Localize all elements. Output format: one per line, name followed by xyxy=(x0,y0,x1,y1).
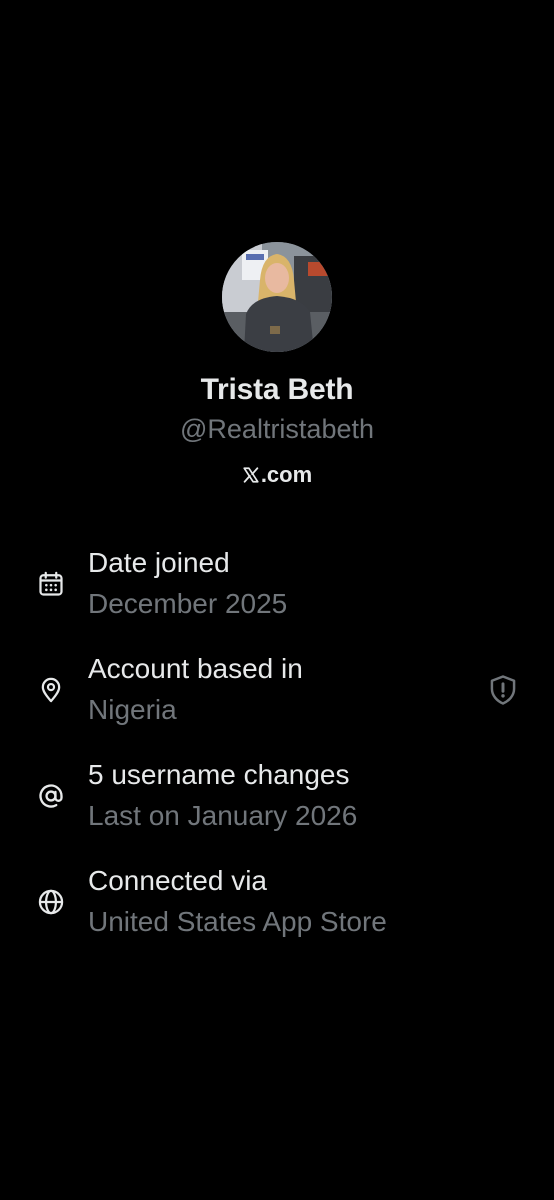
info-row-text: 5 username changes Last on January 2026 xyxy=(88,756,357,834)
info-title: 5 username changes xyxy=(88,759,350,790)
profile-header: Trista Beth @Realtristabeth .com xyxy=(0,242,554,490)
site-domain: .com xyxy=(260,462,313,487)
x-logo-icon xyxy=(243,467,259,483)
info-title: Account based in xyxy=(88,653,303,684)
info-row-account-based-in: Account based in Nigeria xyxy=(0,650,554,756)
info-row-text: Date joined December 2025 xyxy=(88,544,287,622)
globe-icon xyxy=(38,889,64,915)
calendar-icon xyxy=(39,571,63,596)
info-title: Connected via xyxy=(88,865,268,896)
location-pin-icon xyxy=(41,677,61,703)
info-subtitle: United States App Store xyxy=(88,906,387,937)
info-subtitle: December 2025 xyxy=(88,588,288,619)
info-subtitle: Last on January 2026 xyxy=(88,800,358,831)
info-row-date-joined: Date joined December 2025 xyxy=(0,544,554,650)
info-row-connected-via: Connected via United States App Store xyxy=(0,862,554,968)
account-info-list: Date joined December 2025 Account based … xyxy=(0,544,554,968)
avatar[interactable] xyxy=(222,242,332,352)
info-row-text: Account based in Nigeria xyxy=(88,650,303,728)
info-row-text: Connected via United States App Store xyxy=(88,862,387,940)
shield-alert-icon[interactable] xyxy=(488,674,518,706)
info-title: Date joined xyxy=(88,547,230,578)
at-sign-icon xyxy=(39,784,63,808)
avatar-photo xyxy=(222,242,332,352)
username-handle: @Realtristabeth xyxy=(180,414,374,444)
info-row-username-changes: 5 username changes Last on January 2026 xyxy=(0,756,554,862)
info-subtitle: Nigeria xyxy=(88,694,177,725)
display-name: Trista Beth xyxy=(200,373,354,406)
site-label: .com xyxy=(242,460,312,490)
